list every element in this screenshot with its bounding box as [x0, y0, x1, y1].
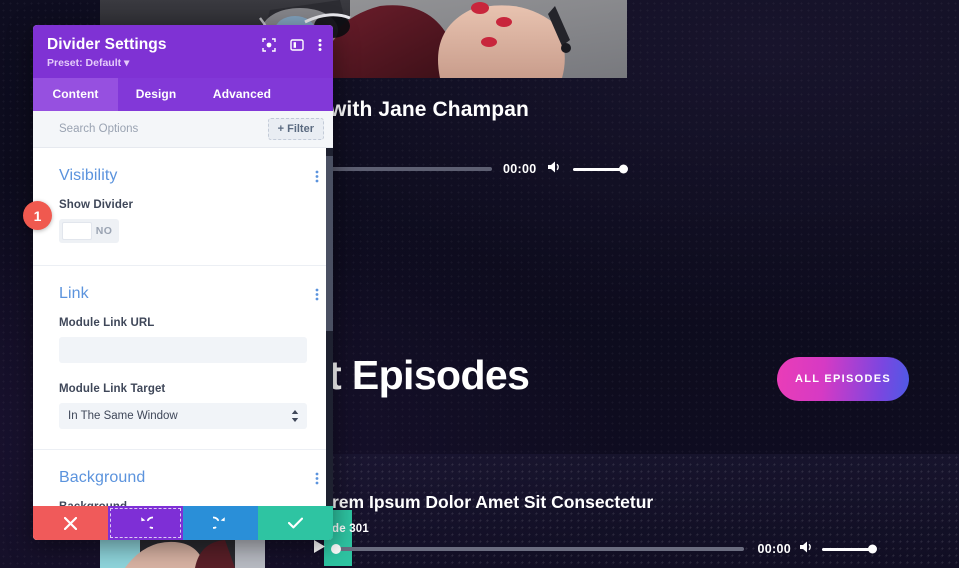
- tab-advanced[interactable]: Advanced: [194, 78, 290, 111]
- modal-action-bar: [33, 506, 333, 540]
- bottom-volume-slider[interactable]: [822, 544, 877, 554]
- section-link-header[interactable]: Link: [33, 266, 333, 317]
- tab-design[interactable]: Design: [118, 78, 194, 111]
- search-options-bar: + Filter: [33, 111, 333, 148]
- search-input[interactable]: [59, 123, 239, 135]
- top-player-time: 00:00: [503, 162, 537, 176]
- bottom-player-time: 00:00: [757, 542, 791, 556]
- divider-settings-modal[interactable]: Divider Settings Preset: Default ▾ Conte…: [33, 25, 333, 540]
- toggle-value: NO: [95, 225, 113, 237]
- modal-scrollbar-track[interactable]: [326, 148, 333, 540]
- chevron-down-icon[interactable]: ▾: [124, 57, 129, 69]
- modal-body: Visibility Show Divider NO Link Module L…: [33, 148, 333, 540]
- modal-scroll-content: Visibility Show Divider NO Link Module L…: [33, 148, 333, 540]
- section-visibility-header[interactable]: Visibility: [33, 148, 333, 199]
- tab-content[interactable]: Content: [33, 78, 118, 111]
- redo-button[interactable]: [183, 506, 258, 540]
- undo-icon: [141, 516, 153, 529]
- show-divider-toggle[interactable]: NO: [59, 219, 119, 243]
- field-module-link-url: Module Link URL: [33, 317, 333, 383]
- bottom-progress-bar[interactable]: [331, 544, 744, 554]
- layout-panel-icon[interactable]: [290, 38, 304, 52]
- check-icon: [288, 517, 303, 529]
- modal-preset-label[interactable]: Preset: Default ▾: [47, 57, 319, 69]
- field-label: Show Divider: [59, 199, 134, 211]
- section-link: Link Module Link URL Module Link Target: [33, 266, 333, 450]
- episodes-heading: t Episodes: [328, 352, 530, 398]
- top-volume-knob[interactable]: [619, 164, 629, 174]
- undo-button[interactable]: [108, 506, 183, 540]
- redo-icon: [213, 516, 225, 529]
- filter-button[interactable]: + Filter: [267, 118, 324, 140]
- section-visibility: Visibility Show Divider NO: [33, 148, 333, 266]
- speaker-icon[interactable]: [799, 540, 814, 559]
- modal-header: Divider Settings Preset: Default ▾: [33, 25, 333, 78]
- save-button[interactable]: [258, 506, 333, 540]
- field-show-divider: Show Divider NO: [33, 199, 333, 265]
- hero-title: with Jane Champan: [330, 98, 529, 121]
- top-volume-slider[interactable]: [573, 164, 629, 174]
- bottom-volume-knob[interactable]: [868, 544, 877, 554]
- bottom-audio-player[interactable]: 00:00: [314, 539, 877, 559]
- close-icon: [64, 516, 77, 530]
- module-link-target-wrap: [59, 403, 307, 429]
- focus-icon[interactable]: [262, 38, 276, 52]
- step-badge-1: 1: [23, 201, 52, 230]
- section-title: Link: [59, 285, 89, 302]
- kebab-menu-icon[interactable]: [315, 288, 319, 301]
- toggle-knob[interactable]: [62, 222, 92, 240]
- section-title: Visibility: [59, 167, 118, 184]
- play-icon[interactable]: [314, 540, 325, 558]
- kebab-menu-icon[interactable]: [315, 472, 319, 485]
- kebab-menu-icon[interactable]: [315, 170, 319, 183]
- section-title: Background: [59, 469, 146, 486]
- field-label: Module Link Target: [59, 383, 166, 395]
- modal-tabs: Content Design Advanced: [33, 78, 333, 111]
- episode-subtitle: de 301: [332, 523, 370, 535]
- section-background-header[interactable]: Background: [33, 450, 333, 501]
- module-link-url-input[interactable]: [59, 337, 307, 363]
- all-episodes-button[interactable]: ALL EPISODES: [777, 357, 909, 401]
- preset-text: Preset: Default: [47, 57, 122, 69]
- speaker-icon[interactable]: [547, 160, 562, 179]
- kebab-menu-icon[interactable]: [318, 38, 322, 52]
- field-label: Module Link URL: [59, 317, 155, 329]
- bottom-progress-knob[interactable]: [331, 544, 341, 554]
- field-module-link-target: Module Link Target: [33, 383, 333, 449]
- episode-thumbnail: [100, 538, 265, 568]
- episode-title: rem Ipsum Dolor Amet Sit Consectetur: [332, 492, 654, 512]
- modal-scrollbar-thumb[interactable]: [326, 156, 333, 331]
- cancel-button[interactable]: [33, 506, 108, 540]
- top-audio-player[interactable]: 00:00: [300, 160, 630, 178]
- modal-header-icons: [262, 38, 322, 52]
- module-link-target-select[interactable]: [59, 403, 307, 429]
